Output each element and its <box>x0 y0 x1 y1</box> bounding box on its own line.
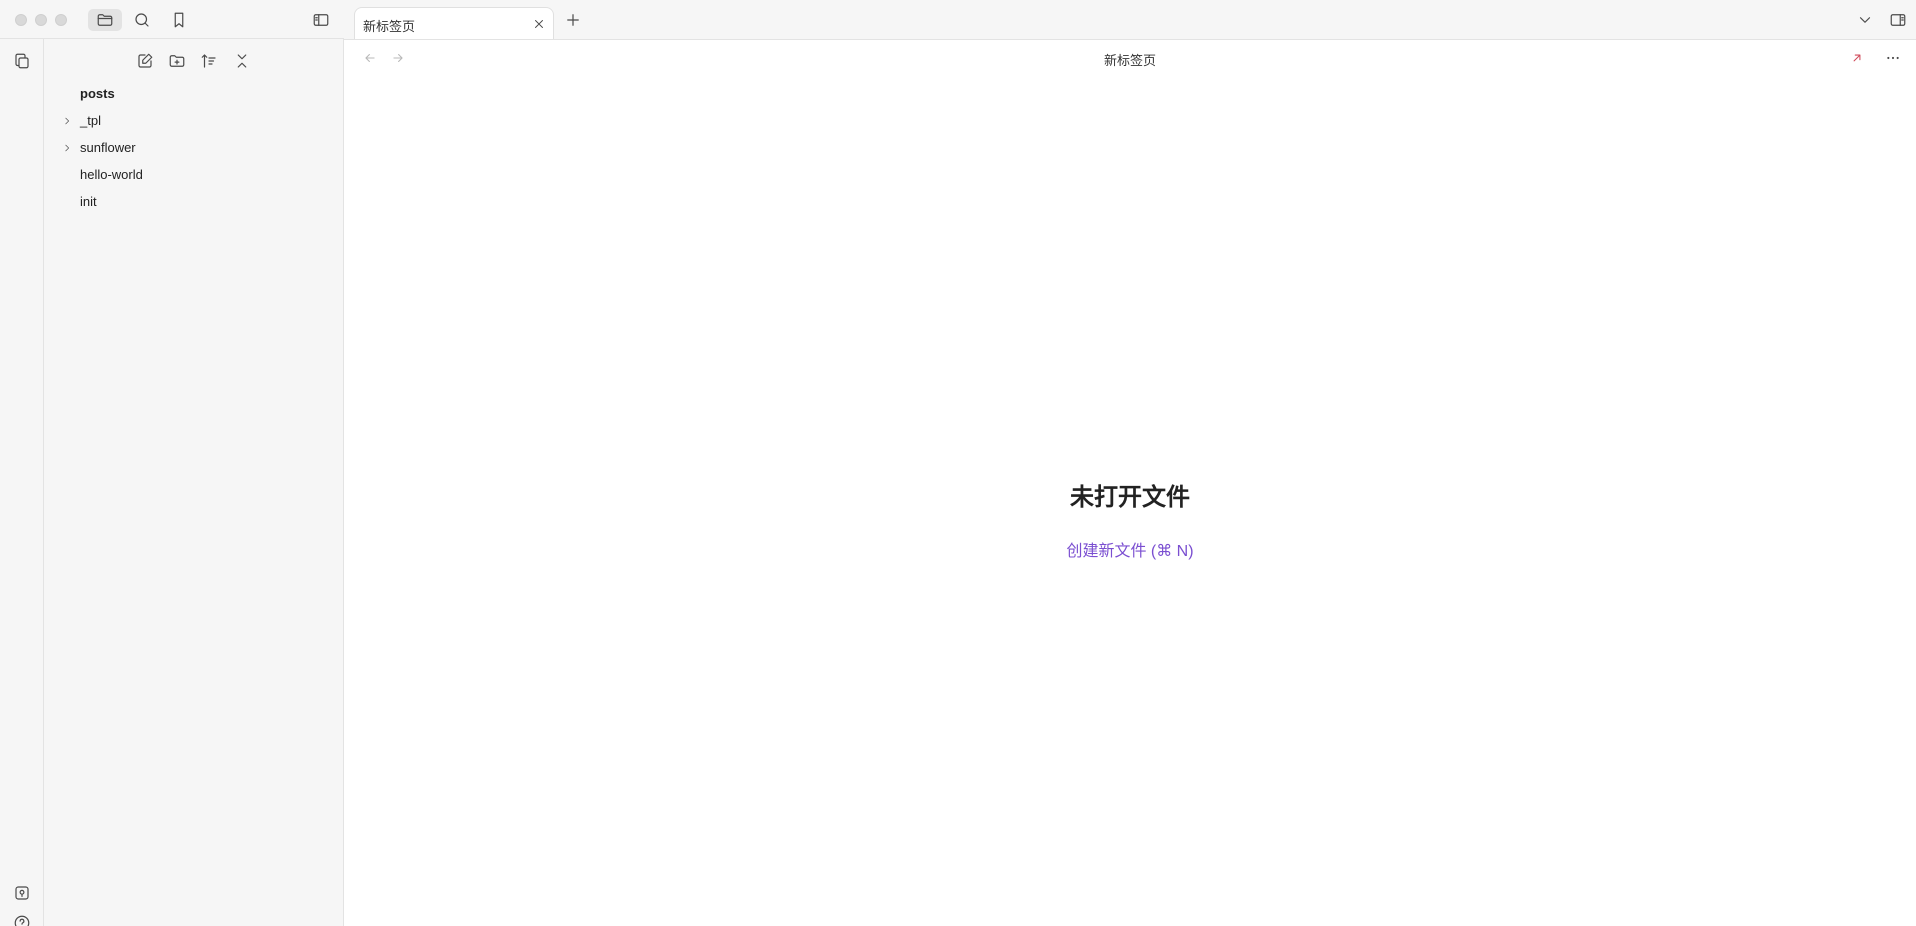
close-icon <box>535 20 543 28</box>
copy-icon <box>15 53 29 69</box>
collapse-all-button[interactable] <box>230 49 254 73</box>
main-view: 新标签页 未打开文件 创建新文件 (⌘ N) <box>344 40 1916 926</box>
toggle-left-sidebar-button[interactable] <box>304 9 338 31</box>
arrow-up-right-icon <box>1853 54 1861 62</box>
search-button[interactable] <box>125 9 159 31</box>
help-button[interactable] <box>12 913 32 926</box>
tab-close-button[interactable] <box>531 16 547 32</box>
new-folder-button[interactable] <box>165 49 189 73</box>
sort-icon <box>201 54 216 68</box>
tree-file-item[interactable]: init <box>80 194 97 209</box>
chevron-right-icon[interactable] <box>61 115 73 127</box>
sidebar-right-icon <box>1890 14 1906 26</box>
sidebar-left-icon <box>313 14 329 26</box>
tree-root-folder[interactable]: posts <box>80 86 115 101</box>
close-window-button[interactable] <box>15 14 27 26</box>
plus-icon <box>567 14 579 26</box>
collapse-icon <box>237 54 247 68</box>
open-files-button[interactable] <box>12 51 32 71</box>
open-link-button[interactable] <box>1848 49 1866 67</box>
tab-new-tab[interactable]: 新标签页 <box>354 7 554 40</box>
create-new-file-link[interactable]: 创建新文件 (⌘ N) <box>1066 543 1193 560</box>
more-options-button[interactable] <box>1884 49 1902 67</box>
minimize-window-button[interactable] <box>35 14 47 26</box>
chevron-down-icon <box>1859 17 1871 23</box>
sort-button[interactable] <box>197 49 221 73</box>
vault-icon <box>15 886 29 900</box>
create-new-file-container: 创建新文件 (⌘ N) <box>344 537 1916 561</box>
empty-state-title: 未打开文件 <box>1070 484 1190 511</box>
search-icon <box>135 13 149 27</box>
bookmark-icon <box>174 12 184 28</box>
bookmarks-button[interactable] <box>162 9 196 31</box>
more-horizontal-icon <box>1887 56 1899 60</box>
chevron-right-icon[interactable] <box>61 142 73 154</box>
new-note-button[interactable] <box>133 49 157 73</box>
file-explorer-button[interactable] <box>88 9 122 31</box>
tab-title: 新标签页 <box>363 19 416 34</box>
tab-list-button[interactable] <box>1848 9 1882 31</box>
tree-folder-item[interactable]: sunflower <box>80 140 136 155</box>
toggle-right-sidebar-button[interactable] <box>1881 9 1915 31</box>
tree-folder-item[interactable]: _tpl <box>80 113 101 128</box>
new-tab-button[interactable] <box>556 9 590 31</box>
zoom-window-button[interactable] <box>55 14 67 26</box>
new-note-icon <box>138 53 153 68</box>
new-folder-icon <box>169 55 185 67</box>
file-explorer: posts _tpl sunflower hello-world init <box>44 39 344 926</box>
app-window: 新标签页 posts _tpl sunflower hello-world in… <box>0 0 1916 926</box>
view-header-title: 新标签页 <box>1103 53 1156 68</box>
vault-switcher-button[interactable] <box>12 883 32 903</box>
help-icon <box>14 915 30 926</box>
ribbon <box>0 39 44 926</box>
titlebar-left <box>0 0 344 39</box>
folder-icon <box>97 14 113 26</box>
tree-file-item[interactable]: hello-world <box>80 167 143 182</box>
